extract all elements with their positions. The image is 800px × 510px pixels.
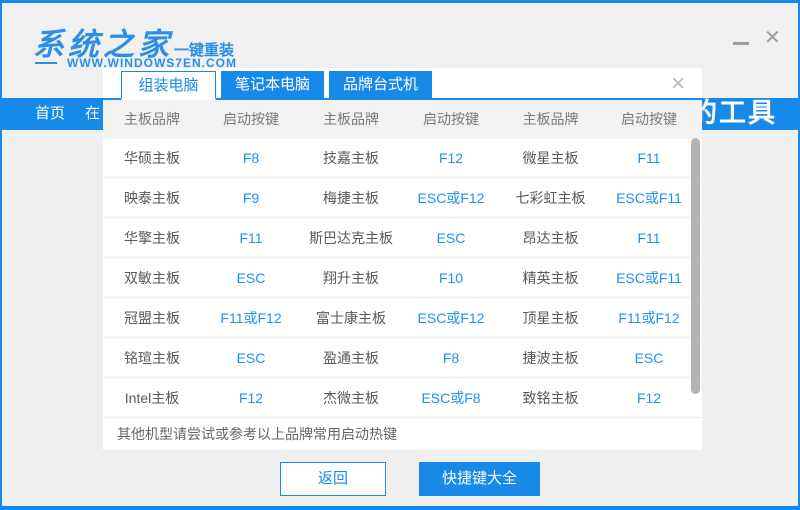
boot-key-value: ESC: [401, 230, 501, 246]
table-header-cell: 主板品牌: [301, 109, 401, 129]
table-row: 华擎主板F11斯巴达克主板ESC昂达主板F11: [103, 218, 702, 258]
brand-name: 华硕主板: [103, 148, 201, 168]
brand-name: 双敏主板: [103, 268, 201, 288]
boot-key-value: F11或F12: [201, 308, 301, 328]
table-header-cell: 主板品牌: [501, 109, 600, 129]
boot-key-value: ESC: [600, 350, 698, 366]
brand-name: 杰微主板: [301, 388, 401, 408]
boot-key-value: ESC或F11: [600, 188, 698, 208]
boot-key-value: F11: [201, 230, 301, 246]
minimize-icon[interactable]: [733, 42, 749, 45]
table-row: 华硕主板F8技嘉主板F12微星主板F11: [103, 138, 702, 178]
brand-name: 梅捷主板: [301, 188, 401, 208]
brand-name: 七彩虹主板: [501, 188, 600, 208]
nav-item-home[interactable]: 首页: [35, 98, 65, 130]
brand-name: 致铭主板: [501, 388, 600, 408]
scrollbar-thumb[interactable]: [691, 138, 700, 394]
brand-name: 冠盟主板: [103, 308, 201, 328]
tab-bar: 组装电脑 笔记本电脑 品牌台式机 ✕: [103, 68, 702, 100]
boot-key-value: ESC或F11: [600, 268, 698, 288]
boot-key-value: ESC: [201, 350, 301, 366]
boot-key-value: ESC: [201, 270, 301, 286]
tab-assembled-pc[interactable]: 组装电脑: [121, 71, 216, 100]
boot-key-value: F12: [401, 150, 501, 166]
boot-hotkey-dialog: 组装电脑 笔记本电脑 品牌台式机 ✕ 主板品牌启动按键主板品牌启动按键主板品牌启…: [103, 68, 702, 450]
boot-key-value: F11或F12: [600, 308, 698, 328]
brand-name: 盈通主板: [301, 348, 401, 368]
close-icon[interactable]: ✕: [764, 25, 781, 49]
tab-brand-desktop[interactable]: 品牌台式机: [329, 71, 432, 100]
tab-laptop[interactable]: 笔记本电脑: [221, 71, 324, 100]
table-row: 双敏主板ESC翔升主板F10精英主板ESC或F11: [103, 258, 702, 298]
table-header-cell: 启动按键: [401, 109, 501, 129]
brand-name: 铭瑄主板: [103, 348, 201, 368]
brand-name: 昂达主板: [501, 228, 600, 248]
app-window: 系统之家 一键重装 WWW.WINDOWS7EN.COM ✕ 首页 在 的工具 …: [0, 0, 800, 510]
brand-name: Intel主板: [103, 388, 201, 408]
boot-key-value: ESC或F8: [401, 388, 501, 408]
dash-decoration: [35, 62, 57, 64]
back-button[interactable]: 返回: [280, 462, 386, 496]
banner-text: 的工具: [690, 96, 777, 130]
table-header-cell: 主板品牌: [103, 109, 201, 129]
boot-key-value: F10: [401, 270, 501, 286]
table-row: 铭瑄主板ESC盈通主板F8捷波主板ESC: [103, 338, 702, 378]
hotkeys-button[interactable]: 快捷键大全: [419, 462, 540, 496]
nav-item-online[interactable]: 在: [85, 98, 100, 130]
table-row: Intel主板F12杰微主板ESC或F8致铭主板F12: [103, 378, 702, 418]
boot-key-value: F8: [401, 350, 501, 366]
table-header-cell: 启动按键: [201, 109, 301, 129]
dialog-close-icon[interactable]: ✕: [670, 73, 686, 95]
brand-name: 顶星主板: [501, 308, 600, 328]
table-row: 冠盟主板F11或F12富士康主板ESC或F12顶星主板F11或F12: [103, 298, 702, 338]
boot-key-value: F11: [600, 230, 698, 246]
brand-name: 捷波主板: [501, 348, 600, 368]
brand-name: 精英主板: [501, 268, 600, 288]
boot-key-value: F8: [201, 150, 301, 166]
brand-name: 华擎主板: [103, 228, 201, 248]
table-note: 其他机型请尝试或参考以上品牌常用启动热键: [103, 418, 702, 448]
brand-name: 斯巴达克主板: [301, 228, 401, 248]
brand-name: 技嘉主板: [301, 148, 401, 168]
brand-name: 微星主板: [501, 148, 600, 168]
table-header: 主板品牌启动按键主板品牌启动按键主板品牌启动按键: [103, 100, 702, 138]
brand-name: 富士康主板: [301, 308, 401, 328]
brand-name: 映泰主板: [103, 188, 201, 208]
table-rows: 华硕主板F8技嘉主板F12微星主板F11映泰主板F9梅捷主板ESC或F12七彩虹…: [103, 138, 702, 418]
brand-name: 翔升主板: [301, 268, 401, 288]
table-row: 映泰主板F9梅捷主板ESC或F12七彩虹主板ESC或F11: [103, 178, 702, 218]
boot-key-value: F12: [600, 390, 698, 406]
boot-key-value: ESC或F12: [401, 188, 501, 208]
boot-key-value: F12: [201, 390, 301, 406]
boot-key-value: F11: [600, 150, 698, 166]
boot-key-value: F9: [201, 190, 301, 206]
table-header-cell: 启动按键: [600, 109, 698, 129]
boot-key-value: ESC或F12: [401, 308, 501, 328]
